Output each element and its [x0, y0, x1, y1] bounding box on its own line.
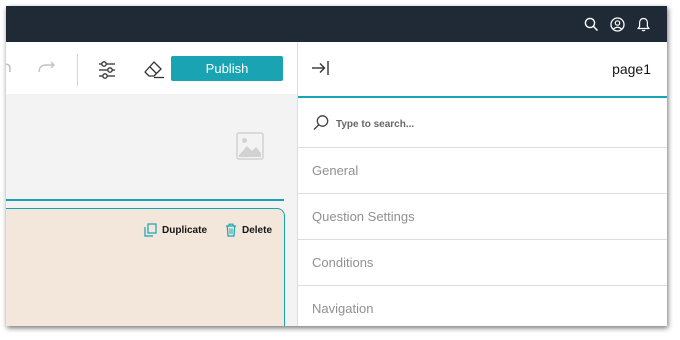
panel-search: [298, 100, 667, 148]
editor-toolbar: Publish: [6, 42, 297, 94]
panel-title: page1: [612, 61, 651, 77]
undo-icon[interactable]: [6, 60, 13, 76]
section-conditions[interactable]: Conditions: [298, 240, 667, 286]
section-label: Conditions: [312, 255, 374, 270]
top-bar: [6, 6, 667, 42]
delete-action[interactable]: Delete: [225, 223, 272, 237]
image-placeholder-icon: [236, 132, 264, 165]
delete-label: Delete: [242, 224, 273, 236]
publish-button[interactable]: Publish: [171, 56, 283, 81]
toolbar-divider: [77, 54, 78, 86]
eraser-icon[interactable]: [143, 60, 165, 80]
section-label: General: [312, 163, 359, 178]
section-general[interactable]: General: [298, 148, 667, 194]
bell-icon[interactable]: [635, 16, 651, 32]
settings-sliders-icon[interactable]: [97, 60, 117, 80]
search-icon[interactable]: [583, 16, 599, 32]
collapse-panel-icon[interactable]: [311, 58, 331, 83]
duplicate-icon: [144, 223, 157, 237]
duplicate-action[interactable]: Duplicate: [144, 223, 207, 237]
search-input[interactable]: [336, 115, 636, 133]
user-icon[interactable]: [609, 16, 625, 32]
duplicate-label: Duplicate: [162, 224, 208, 236]
trash-icon: [226, 223, 236, 237]
property-panel: page1 General Question Settings Conditio…: [297, 42, 667, 326]
app-window: Publish Duplicate Delete page1 Type to s…: [6, 6, 667, 326]
section-question-settings[interactable]: Question Settings: [298, 194, 667, 240]
section-label: Navigation: [312, 301, 374, 316]
design-canvas: Duplicate Delete: [6, 94, 297, 326]
page-divider: [6, 199, 284, 201]
redo-icon[interactable]: [37, 60, 57, 76]
question-card[interactable]: Duplicate Delete: [6, 208, 285, 326]
search-icon: [312, 114, 330, 137]
panel-header: page1: [298, 42, 667, 98]
section-navigation[interactable]: Navigation: [298, 286, 667, 326]
section-label: Question Settings: [312, 209, 415, 224]
